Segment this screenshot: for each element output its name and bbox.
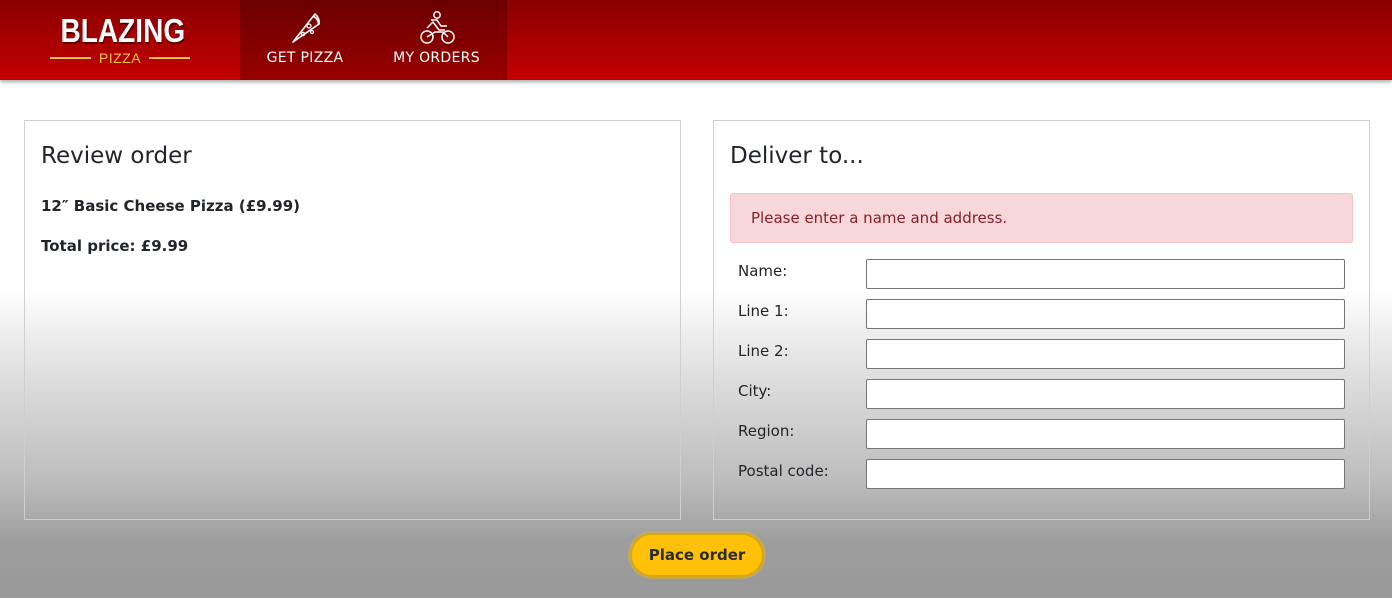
- line2-input[interactable]: [866, 339, 1345, 369]
- line1-label: Line 1:: [738, 302, 789, 320]
- brand-subtitle: PIZZA: [98, 50, 142, 66]
- tab-get-pizza-label: GET PIZZA: [266, 50, 344, 66]
- review-order-panel: Review order 12″ Basic Cheese Pizza (£9.…: [24, 120, 681, 520]
- region-label: Region:: [738, 422, 795, 440]
- postal-code-input[interactable]: [866, 459, 1345, 489]
- main-nav: GET PIZZA MY ORDERS: [240, 0, 507, 80]
- form-row-line1: Line 1:: [738, 299, 1346, 329]
- postal-code-label: Postal code:: [738, 462, 829, 480]
- line1-input[interactable]: [866, 299, 1345, 329]
- top-bar: BLAZING PIZZA GET PIZZA MY ORDERS: [0, 0, 1392, 80]
- form-row-city: City:: [738, 379, 1346, 409]
- form-row-region: Region:: [738, 419, 1346, 449]
- deliver-to-panel: Deliver to... Please enter a name and ad…: [713, 120, 1370, 520]
- validation-alert: Please enter a name and address.: [730, 193, 1353, 243]
- name-label: Name:: [738, 262, 788, 280]
- order-item: 12″ Basic Cheese Pizza (£9.99): [41, 197, 300, 215]
- tab-get-pizza[interactable]: GET PIZZA: [240, 0, 370, 80]
- tab-my-orders-label: MY ORDERS: [393, 50, 480, 66]
- form-row-line2: Line 2:: [738, 339, 1346, 369]
- city-label: City:: [738, 382, 772, 400]
- form-row-postal-code: Postal code:: [738, 459, 1346, 489]
- logo-divider-right: [149, 57, 191, 59]
- review-order-title: Review order: [41, 143, 192, 169]
- name-input[interactable]: [866, 259, 1345, 289]
- brand-subtitle-row: PIZZA: [50, 50, 191, 66]
- region-input[interactable]: [866, 419, 1345, 449]
- line2-label: Line 2:: [738, 342, 789, 360]
- logo-divider-left: [50, 57, 91, 59]
- motorbike-icon: [419, 11, 455, 44]
- city-input[interactable]: [866, 379, 1345, 409]
- place-order-button[interactable]: Place order: [630, 533, 764, 577]
- pizza-slice-icon: [292, 13, 320, 43]
- form-row-name: Name:: [738, 259, 1346, 289]
- tab-my-orders[interactable]: MY ORDERS: [370, 0, 503, 80]
- total-price: Total price: £9.99: [41, 237, 189, 255]
- deliver-to-title: Deliver to...: [730, 143, 864, 169]
- brand-logo[interactable]: BLAZING PIZZA: [50, 12, 191, 68]
- brand-name: BLAZING: [60, 12, 186, 49]
